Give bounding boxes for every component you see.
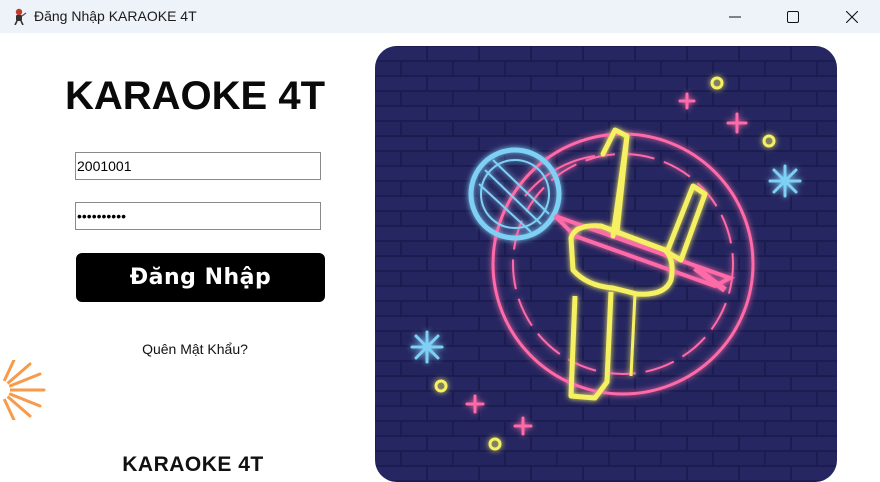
neon-microphone-hand-icon	[375, 46, 837, 482]
forgot-password-link[interactable]: Quên Mật Khẩu?	[120, 341, 270, 357]
app-heading: KARAOKE 4T	[64, 74, 326, 118]
password-input[interactable]	[75, 202, 321, 230]
close-icon	[846, 10, 858, 23]
username-input[interactable]	[75, 152, 321, 180]
app-icon	[14, 8, 27, 25]
neon-karaoke-illustration	[375, 46, 837, 482]
close-button[interactable]	[825, 0, 879, 33]
maximize-button[interactable]	[766, 0, 820, 33]
window-title: Đăng Nhập KARAOKE 4T	[34, 8, 197, 24]
footer-brand: KARAOKE 4T	[122, 453, 264, 476]
maximize-icon	[787, 10, 799, 23]
sunburst-decoration-icon	[0, 360, 46, 420]
minimize-icon	[729, 16, 741, 17]
login-button[interactable]: Đăng Nhập	[76, 253, 325, 302]
minimize-button[interactable]	[708, 0, 762, 33]
title-bar: Đăng Nhập KARAOKE 4T	[0, 0, 880, 33]
